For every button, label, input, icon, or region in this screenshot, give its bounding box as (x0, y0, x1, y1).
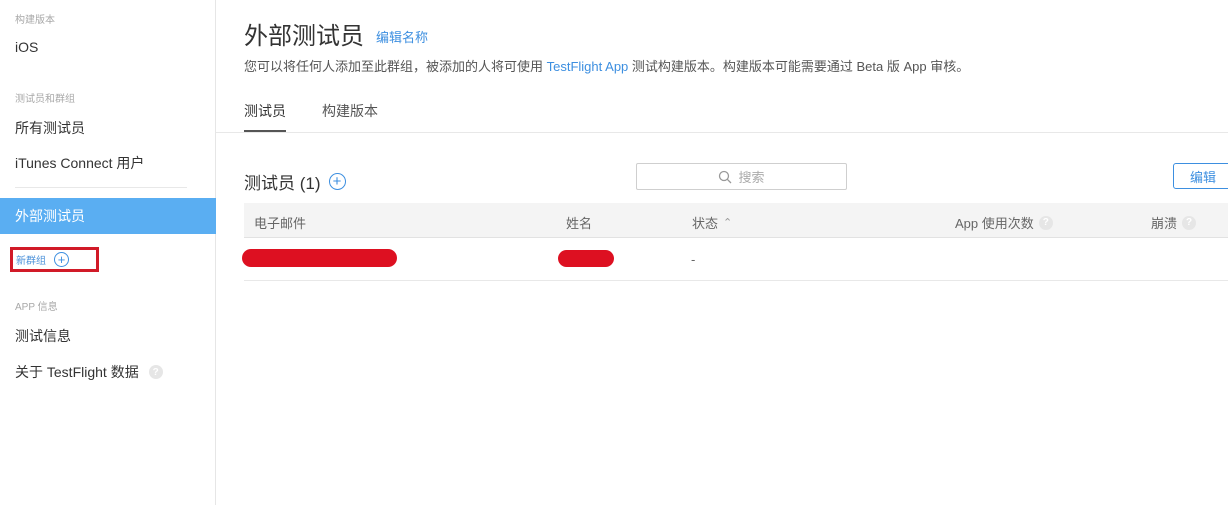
status-value: - (691, 252, 696, 267)
search-input[interactable]: 搜索 (636, 163, 847, 190)
search-icon (719, 170, 732, 183)
column-header-app-uses[interactable]: App 使用次数 ? (955, 213, 1053, 232)
tab-builds[interactable]: 构建版本 (322, 101, 378, 121)
testers-count-title: 测试员 (1) (244, 174, 321, 193)
help-icon[interactable]: ? (1038, 215, 1053, 230)
help-icon[interactable]: ? (148, 365, 163, 379)
sidebar: 构建版本 iOS 测试员和群组 所有测试员 iTunes Connect 用户 … (0, 0, 216, 505)
edit-name-link[interactable]: 编辑名称 (376, 27, 428, 46)
column-header-app-uses-label: App 使用次数 (955, 216, 1034, 231)
column-header-email[interactable]: 电子邮件 (254, 213, 306, 232)
sidebar-section-app-info: APP 信息 (15, 302, 58, 313)
sidebar-item-about-label: 关于 TestFlight 数据 (15, 364, 139, 380)
main-content: 外部测试员 编辑名称 您可以将任何人添加至此群组，被添加的人将可使用 TestF… (216, 0, 1228, 505)
sidebar-item-about-testflight[interactable]: 关于 TestFlight 数据 ? (15, 362, 163, 382)
page-description: 您可以将任何人添加至此群组，被添加的人将可使用 TestFlight App 测… (244, 56, 969, 75)
column-header-crashes[interactable]: 崩溃 ? (1151, 213, 1197, 232)
sidebar-item-all-testers[interactable]: 所有测试员 (15, 118, 85, 138)
description-text-after: 测试构建版本。构建版本可能需要通过 Beta 版 App 审核。 (628, 59, 970, 74)
app-window: 构建版本 iOS 测试员和群组 所有测试员 iTunes Connect 用户 … (0, 0, 1228, 505)
add-tester-icon[interactable]: + (328, 173, 346, 190)
redacted-name (558, 250, 614, 267)
search-placeholder: 搜索 (738, 170, 765, 185)
sidebar-section-testers: 测试员和群组 (15, 94, 75, 105)
testflight-app-link[interactable]: TestFlight App (547, 59, 629, 74)
plus-icon: + (54, 252, 69, 267)
column-header-crashes-label: 崩溃 (1151, 216, 1178, 231)
redacted-email (242, 249, 397, 267)
description-text-before: 您可以将任何人添加至此群组，被添加的人将可使用 (244, 59, 547, 74)
sidebar-item-test-info[interactable]: 测试信息 (15, 326, 71, 346)
column-header-name[interactable]: 姓名 (566, 213, 592, 232)
row-divider (244, 280, 1228, 281)
edit-button[interactable]: 编辑 (1173, 163, 1228, 189)
testers-section-header: 测试员 (1) + (244, 169, 346, 194)
column-header-status[interactable]: 状态 ⌃ (692, 213, 732, 232)
page-title: 外部测试员 (244, 23, 364, 50)
column-header-status-label: 状态 (692, 216, 719, 231)
sidebar-item-external-testers[interactable]: 外部测试员 (0, 198, 216, 234)
help-icon[interactable]: ? (1182, 215, 1197, 230)
sidebar-item-itunes-users[interactable]: iTunes Connect 用户 (15, 153, 144, 173)
tab-testers[interactable]: 测试员 (244, 101, 286, 121)
sidebar-section-builds: 构建版本 (15, 15, 55, 26)
new-group-label: 新群组 (16, 256, 46, 267)
new-group-button[interactable]: 新群组 + (10, 247, 99, 272)
tabs-divider (216, 132, 1228, 133)
table-header: 电子邮件 姓名 状态 ⌃ App 使用次数 ? 崩溃 ? (244, 203, 1228, 238)
sort-ascending-icon: ⌃ (723, 217, 733, 229)
sidebar-divider (15, 187, 187, 188)
sidebar-item-ios[interactable]: iOS (15, 39, 38, 55)
